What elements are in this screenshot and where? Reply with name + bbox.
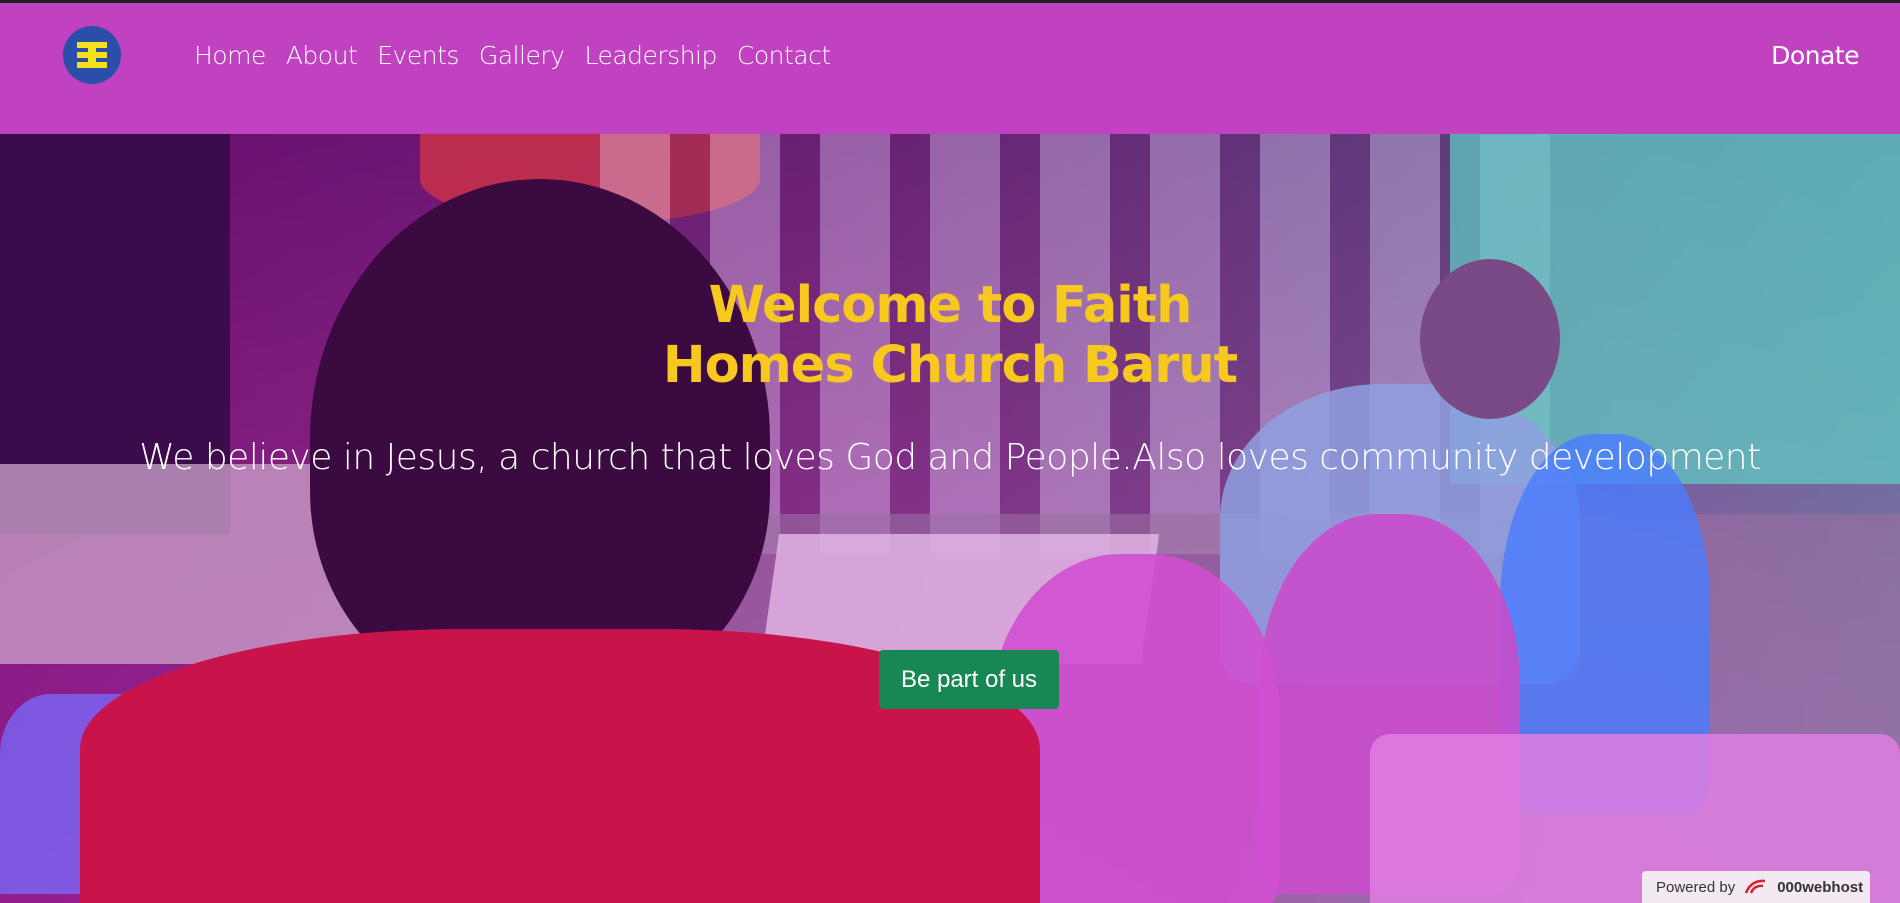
hero-section: Welcome to Faith Homes Church Barut We b…: [0, 134, 1900, 903]
hero-subtitle: We believe in Jesus, a church that loves…: [139, 437, 1761, 478]
church-logo-icon[interactable]: [63, 26, 121, 84]
donate-link[interactable]: Donate: [1771, 41, 1859, 70]
hero-title-line1: Welcome to Faith: [708, 276, 1193, 335]
nav-contact-link[interactable]: Contact: [737, 41, 831, 70]
webhost-logo-icon: [1745, 879, 1766, 894]
powered-by-brand: 000webhost: [1777, 878, 1864, 896]
hero-title: Welcome to Faith Homes Church Barut: [0, 276, 1900, 396]
nav-leadership-link[interactable]: Leadership: [584, 41, 717, 70]
navbar: Home About Events Gallery Leadership Con…: [0, 3, 1900, 134]
powered-by-badge[interactable]: Powered by 000webhost: [1642, 871, 1870, 903]
nav-gallery-link[interactable]: Gallery: [479, 41, 565, 70]
nav-events-link[interactable]: Events: [377, 41, 459, 70]
nav-home-link[interactable]: Home: [194, 41, 266, 70]
hero-title-line2: Homes Church Barut: [662, 336, 1238, 395]
powered-by-label: Powered by: [1656, 878, 1736, 896]
main-nav: Home About Events Gallery Leadership Con…: [194, 41, 851, 70]
nav-about-link[interactable]: About: [286, 41, 358, 70]
be-part-of-us-button[interactable]: Be part of us: [879, 650, 1059, 709]
